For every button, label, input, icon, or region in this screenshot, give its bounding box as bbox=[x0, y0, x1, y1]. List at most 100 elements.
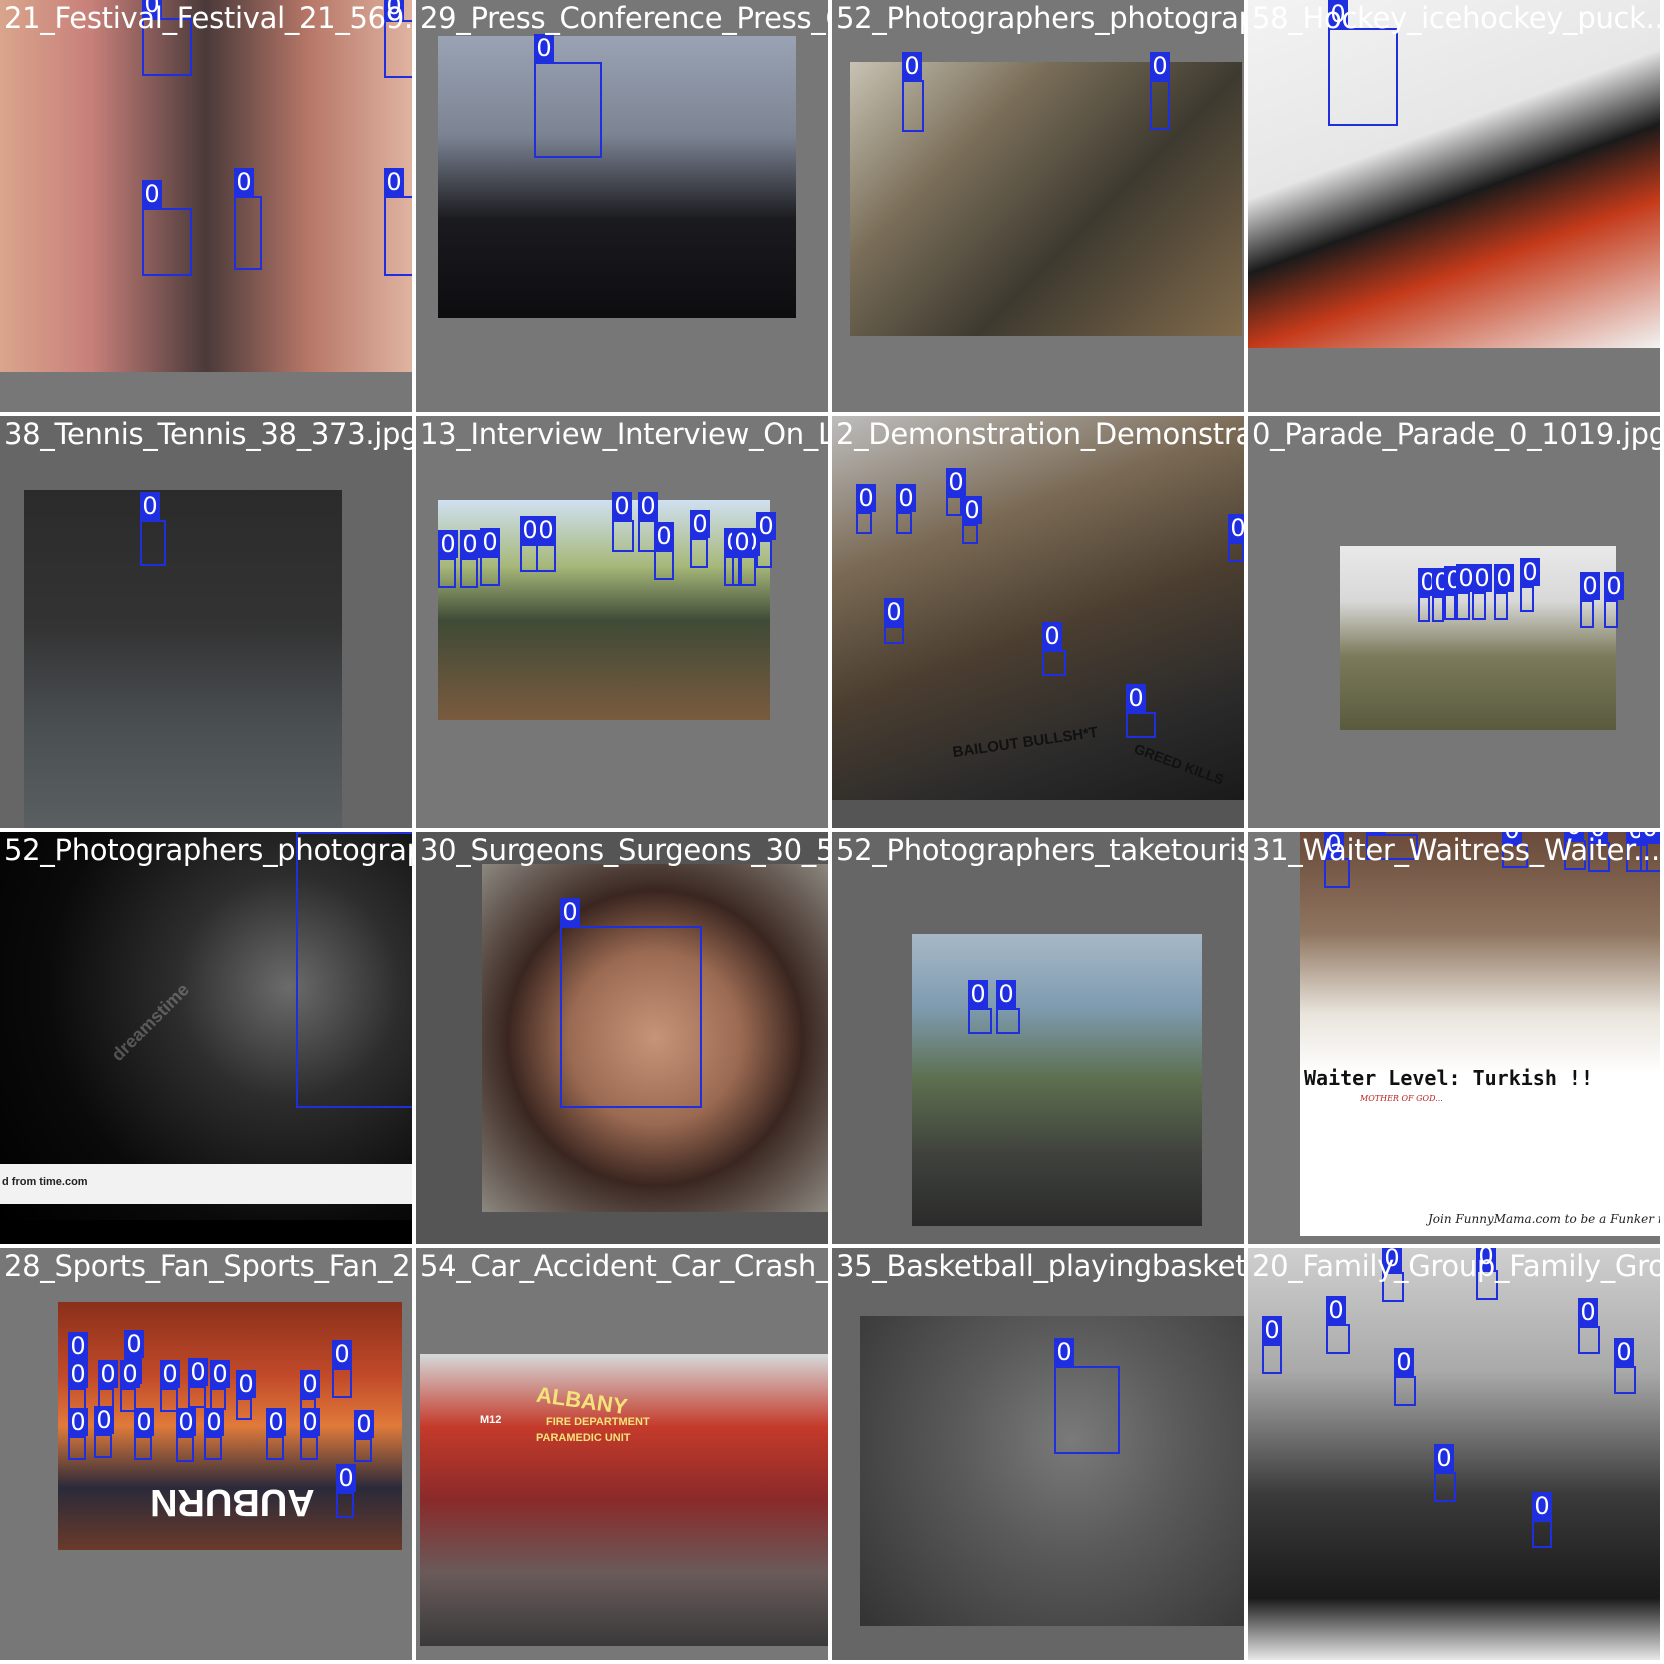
class-label-badge: 0 bbox=[460, 530, 480, 558]
class-label-badge: 0 bbox=[654, 522, 674, 550]
face-detection-box: 0 bbox=[612, 492, 634, 552]
face-detection-box: 0 bbox=[946, 468, 966, 516]
face-detection-box: 0 bbox=[1614, 1338, 1636, 1394]
face-detection-box: 0 bbox=[1580, 572, 1600, 628]
face-detection-box: 0 bbox=[188, 1358, 208, 1408]
face-detection-box: 0 bbox=[1578, 1298, 1600, 1354]
class-label-badge: 0 bbox=[94, 1406, 114, 1434]
mosaic-tile: 2_Demonstration_Demonstration_Protesters… bbox=[832, 416, 1244, 828]
class-label-badge: 0 bbox=[160, 1360, 180, 1388]
mosaic-tile: 58_Hockey_icehockey_puck... 0 bbox=[1248, 0, 1660, 412]
tile-filename-label: 52_Photographers_taketouristphoto... bbox=[836, 833, 1244, 867]
mosaic-tile: 21_Festival_Festival_21_569.jpg 0 0 0 0 0 bbox=[0, 0, 412, 412]
face-detection-box: 0 bbox=[142, 180, 192, 276]
tile-photo bbox=[912, 934, 1202, 1226]
class-label-badge: 0 bbox=[1326, 1296, 1346, 1324]
class-label-badge: 0 bbox=[210, 1360, 230, 1388]
class-label-badge: 0 bbox=[176, 1408, 196, 1436]
face-detection-box: 0 bbox=[204, 1408, 224, 1460]
class-label-badge: 0 bbox=[1042, 622, 1062, 650]
mosaic-tile: 28_Sports_Fan_Sports_Fan_28_275.jpg00000… bbox=[0, 1248, 412, 1660]
class-label-badge: 0 bbox=[204, 1408, 224, 1436]
class-label-badge: 0 bbox=[300, 1370, 320, 1398]
face-detection-box: 0 bbox=[134, 1408, 154, 1460]
tile-filename-label: 52_Photographers_photographertakingphoto… bbox=[836, 1, 1244, 35]
mosaic-tile: 54_Car_Accident_Car_Crash_54_...0ALBANYF… bbox=[416, 1248, 828, 1660]
face-detection-box: 0 bbox=[480, 528, 500, 586]
face-detection-box: 0 bbox=[296, 832, 412, 1108]
class-label-badge: 0 bbox=[68, 1332, 88, 1360]
class-label-badge: 0 bbox=[1434, 1444, 1454, 1472]
tile-photo bbox=[860, 1316, 1244, 1626]
class-label-badge: 0 bbox=[962, 496, 982, 524]
face-detection-box: 0 bbox=[1434, 1444, 1456, 1502]
class-label-badge: 0 bbox=[1604, 572, 1624, 600]
class-label-badge: 0 bbox=[98, 1360, 118, 1388]
class-label-badge: 0 bbox=[1472, 564, 1492, 592]
class-label-badge: 0 bbox=[902, 52, 922, 80]
tile-filename-label: 31_Waiter_Waitress_Waiter... bbox=[1252, 833, 1660, 867]
face-detection-box: 0 bbox=[536, 516, 556, 572]
face-detection-box: 0 bbox=[756, 512, 776, 568]
face-detection-box: 0 bbox=[176, 1408, 196, 1462]
class-label-badge: 0 bbox=[124, 1330, 144, 1358]
tile-filename-label: 38_Tennis_Tennis_38_373.jpg bbox=[4, 417, 412, 451]
class-label-badge: 0 bbox=[1394, 1348, 1414, 1376]
tile-filename-label: 13_Interview_Interview_On_Location_13_..… bbox=[420, 417, 828, 451]
face-detection-box: 0 bbox=[1326, 1296, 1350, 1354]
class-label-badge: 0 bbox=[134, 1408, 154, 1436]
class-label-badge: 0 bbox=[560, 898, 580, 926]
banner-text: AUBURN bbox=[150, 1481, 315, 1523]
class-label-badge: 0 bbox=[1578, 1298, 1598, 1326]
face-detection-box: 0 bbox=[336, 1464, 356, 1518]
face-detection-box: 0 bbox=[266, 1408, 286, 1460]
face-detection-box: 0 bbox=[654, 522, 674, 580]
tile-photo bbox=[24, 490, 342, 828]
face-detection-box: 0 bbox=[1262, 1316, 1282, 1374]
class-label-badge: 0 bbox=[1520, 558, 1540, 586]
mosaic-tile: 29_Press_Conference_Press_Conference_29_… bbox=[416, 0, 828, 412]
class-label-badge: 0 bbox=[1228, 514, 1244, 542]
face-detection-box: 0 bbox=[1228, 514, 1244, 562]
tile-filename-label: 52_Photographers_photographertakingphoto… bbox=[4, 833, 412, 867]
face-detection-box: 0 bbox=[140, 492, 166, 566]
tile-filename-label: 58_Hockey_icehockey_puck... bbox=[1252, 1, 1660, 35]
class-label-badge: 0 bbox=[1126, 684, 1146, 712]
mosaic-tile: 31_Waiter_Waitress_Waiter...00000000Wait… bbox=[1248, 832, 1660, 1244]
class-label-badge: 0 bbox=[354, 1410, 374, 1438]
class-label-badge: 0 bbox=[1532, 1492, 1552, 1520]
tile-filename-label: 29_Press_Conference_Press_Conference_29_… bbox=[420, 1, 828, 35]
class-label-badge: 0 bbox=[946, 468, 966, 496]
tile-photo bbox=[1248, 1248, 1660, 1660]
vehicle-number-text: M12 bbox=[480, 1414, 502, 1426]
face-detection-box: 0 bbox=[210, 1360, 230, 1410]
face-detection-box: 0 bbox=[94, 1406, 114, 1458]
class-label-badge: 0 bbox=[884, 598, 904, 626]
class-label-badge: 0 bbox=[534, 34, 554, 62]
face-detection-box: 0 bbox=[856, 484, 876, 534]
face-detection-box: 0 bbox=[732, 528, 756, 586]
class-label-badge: 0 bbox=[438, 530, 458, 558]
face-detection-box: 0 bbox=[234, 168, 262, 270]
class-label-badge: 0 bbox=[1494, 564, 1514, 592]
class-label-badge: 0 bbox=[612, 492, 632, 520]
face-detection-box: 0 bbox=[1494, 564, 1514, 620]
face-detection-box: 0 bbox=[332, 1340, 352, 1398]
face-detection-box: 0 bbox=[560, 898, 702, 1108]
face-detection-box: 0 bbox=[968, 980, 992, 1034]
tile-filename-label: 35_Basketball_playingbasketball_35_573.j… bbox=[836, 1249, 1244, 1283]
mosaic-tile: 52_Photographers_taketouristphoto... 00 bbox=[832, 832, 1244, 1244]
class-label-badge: 0 bbox=[690, 510, 710, 538]
tile-photo bbox=[438, 36, 796, 318]
watermark-credit-text: d from time.com bbox=[2, 1176, 88, 1188]
face-detection-box: 0 bbox=[902, 52, 924, 132]
face-detection-box: 0 bbox=[690, 510, 710, 568]
mosaic-tile: 13_Interview_Interview_On_Location_13_..… bbox=[416, 416, 828, 828]
tile-photo bbox=[1248, 0, 1660, 348]
face-detection-box: 0 bbox=[534, 34, 602, 158]
class-label-badge: 0 bbox=[480, 528, 500, 556]
face-detection-box: 0 bbox=[1150, 52, 1170, 130]
tile-filename-label: 21_Festival_Festival_21_569.jpg bbox=[4, 1, 412, 35]
class-label-badge: 0 bbox=[1150, 52, 1170, 80]
meme-subcaption: MOTHER OF GOD... bbox=[1360, 1094, 1443, 1103]
